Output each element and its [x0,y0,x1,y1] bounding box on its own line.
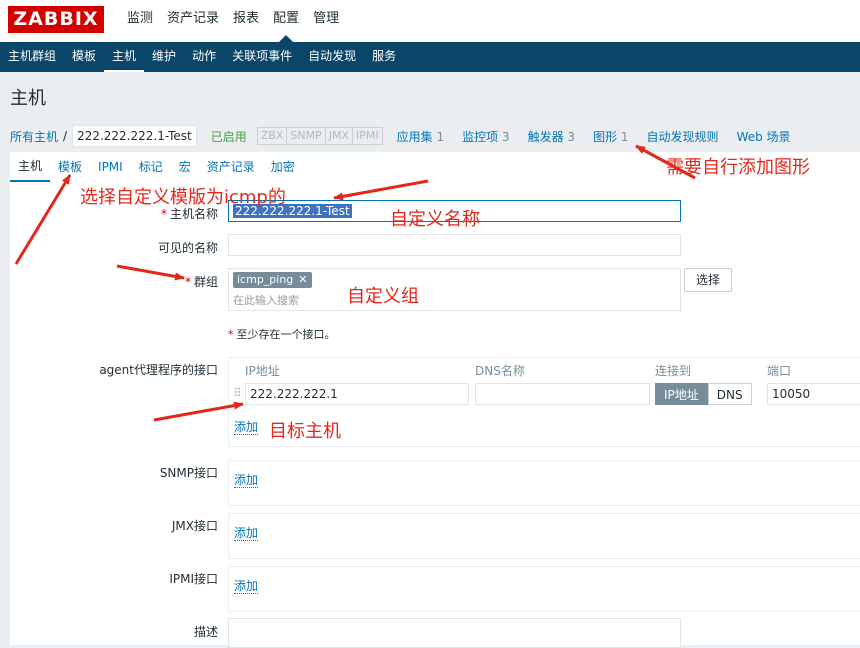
annotation-target: 目标主机 [269,421,341,442]
arrow-to-templates-tab [14,174,72,265]
annotation-name: 自定义名称 [390,209,480,230]
annotation-template: 选择自定义模版为icmp的 [80,187,286,208]
arrow-to-group [116,264,185,281]
arrow-to-hostname [333,179,429,201]
annotation-arrows [14,144,696,422]
arrow-to-target-host [153,401,244,422]
annotation-graph: 需要自行添加图形 [666,157,810,178]
annotation-group: 自定义组 [347,286,419,307]
